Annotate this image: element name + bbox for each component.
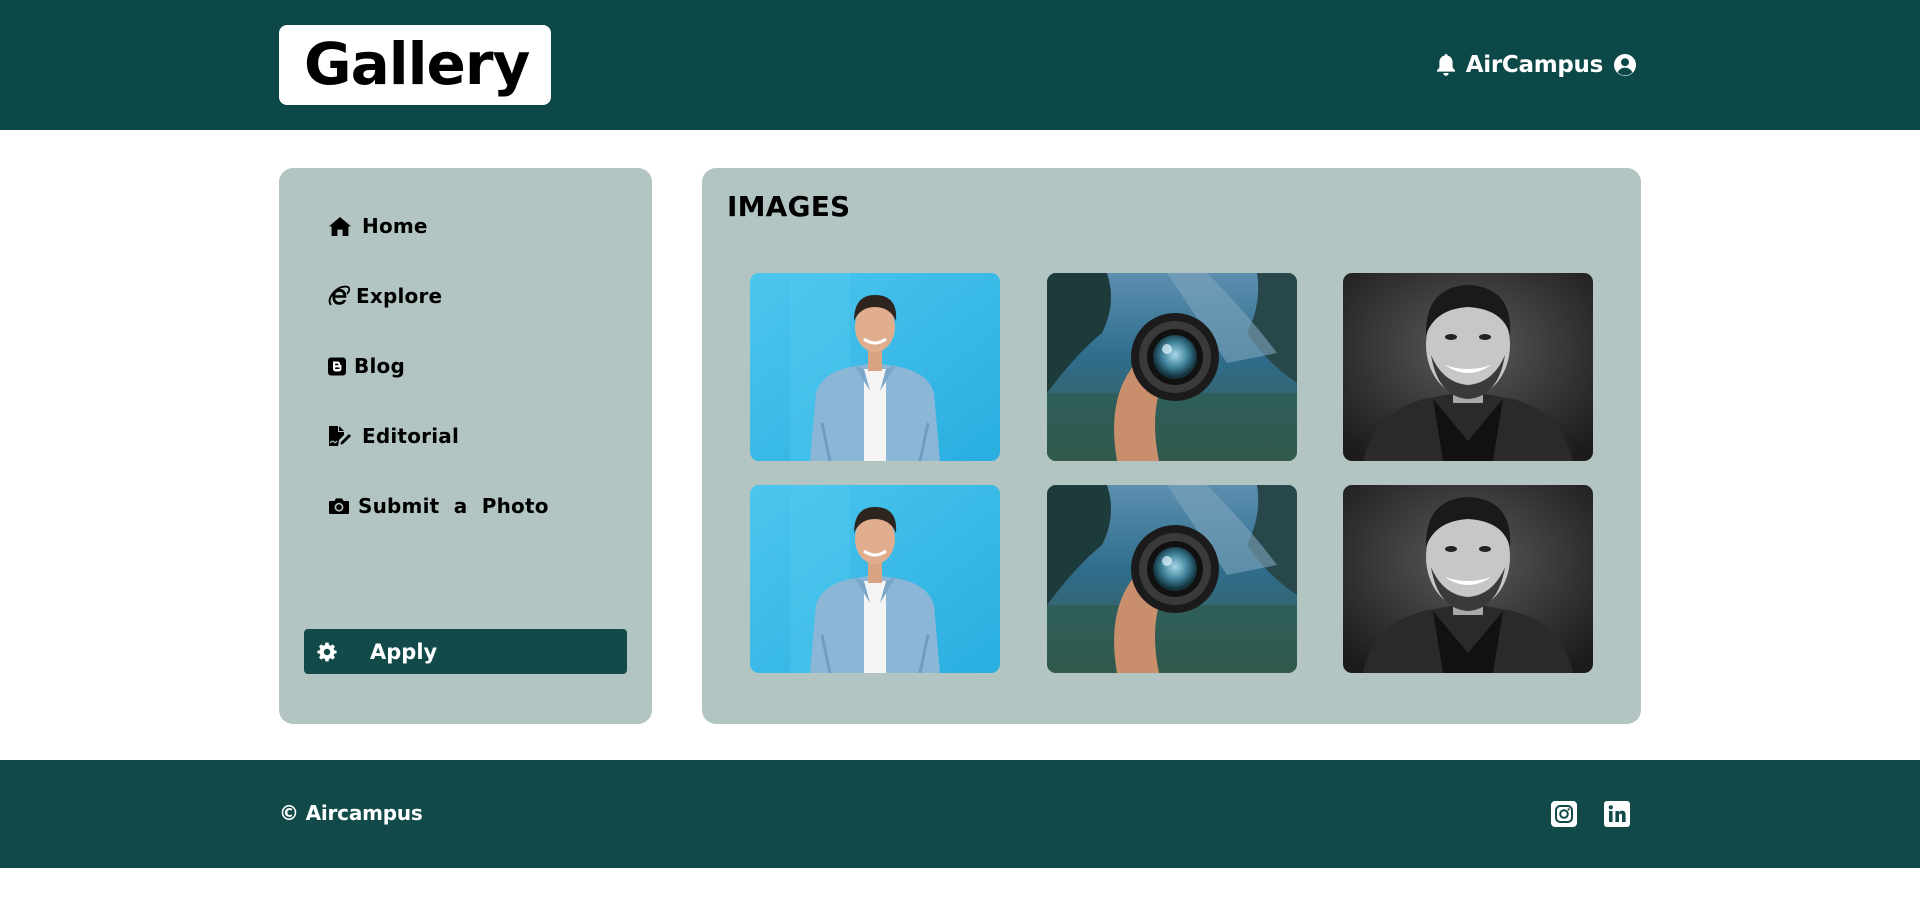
page-title: IMAGES: [727, 190, 851, 223]
bw-bearded-man-image: [1343, 273, 1593, 461]
header: Gallery AirCampus: [0, 0, 1920, 130]
sidebar-item-label: Editorial: [362, 424, 460, 448]
user-circle-icon[interactable]: [1613, 53, 1637, 77]
linkedin-icon[interactable]: [1603, 800, 1631, 828]
bell-icon[interactable]: [1436, 53, 1456, 77]
sidebar-item-editorial[interactable]: Editorial: [328, 424, 459, 448]
portrait-denim-man-image: [750, 485, 1000, 673]
gallery-image[interactable]: [1047, 273, 1297, 461]
blogger-icon: [328, 357, 346, 376]
camera-icon: [328, 497, 350, 515]
internet-explorer-icon: [328, 285, 350, 307]
camera-lens-lake-image: [1047, 485, 1297, 673]
logo-text: Gallery: [304, 30, 530, 98]
gallery-image[interactable]: [1343, 273, 1593, 461]
sidebar-item-label: Submit a Photo: [358, 494, 549, 518]
home-icon: [328, 216, 352, 237]
sidebar-item-explore[interactable]: Explore: [328, 284, 442, 308]
instagram-icon[interactable]: [1550, 800, 1578, 828]
apply-label: Apply: [370, 639, 438, 664]
header-user-area: AirCampus: [1436, 48, 1637, 82]
sidebar-item-label: Home: [362, 214, 428, 238]
file-signature-icon: [328, 425, 352, 447]
gallery-image[interactable]: [1343, 485, 1593, 673]
sidebar-item-blog[interactable]: Blog: [328, 354, 405, 378]
gear-icon: [317, 642, 337, 662]
bw-bearded-man-image: [1343, 485, 1593, 673]
copyright-text: © Aircampus: [279, 801, 423, 825]
gallery-image[interactable]: [750, 485, 1000, 673]
gallery-image[interactable]: [750, 273, 1000, 461]
logo[interactable]: Gallery: [279, 25, 551, 105]
images-panel: IMAGES: [702, 168, 1641, 724]
sidebar-item-label: Explore: [356, 284, 443, 308]
sidebar-item-submit-photo[interactable]: Submit a Photo: [328, 494, 549, 518]
camera-lens-lake-image: [1047, 273, 1297, 461]
gallery-image[interactable]: [1047, 485, 1297, 673]
portrait-denim-man-image: [750, 273, 1000, 461]
sidebar-item-label: Blog: [354, 354, 405, 378]
brand-name[interactable]: AirCampus: [1466, 52, 1604, 78]
sidebar: Home Explore Blog Editorial Submit a Pho…: [279, 168, 652, 724]
footer: © Aircampus: [0, 760, 1920, 868]
sidebar-item-home[interactable]: Home: [328, 214, 428, 238]
apply-button[interactable]: Apply: [304, 629, 627, 674]
